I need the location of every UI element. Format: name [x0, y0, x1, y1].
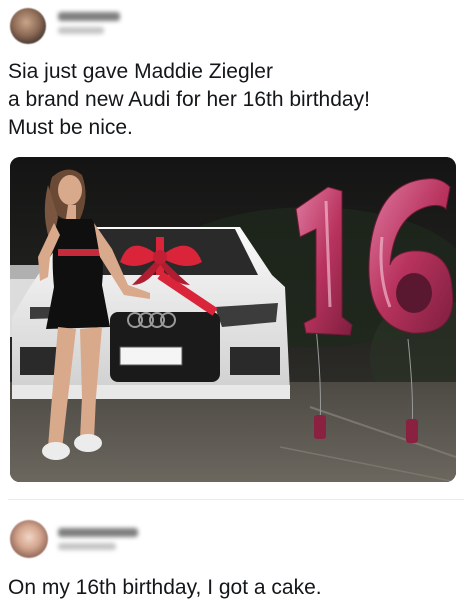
author-name-blurred[interactable]: [58, 12, 120, 21]
author-name-blurred[interactable]: [58, 528, 138, 537]
author-handle-blurred: [58, 27, 104, 34]
tweet-text: Sia just gave Maddie Ziegler a brand new…: [8, 60, 370, 139]
tweet-text: On my 16th birthday, I got a cake.: [8, 576, 322, 599]
photo-scene: [10, 157, 456, 482]
user-avatar-blurred[interactable]: [10, 8, 46, 44]
tweet-photo[interactable]: [10, 157, 456, 482]
post-divider: [8, 499, 464, 500]
user-avatar-blurred[interactable]: [10, 520, 48, 558]
author-handle-blurred: [58, 543, 116, 550]
